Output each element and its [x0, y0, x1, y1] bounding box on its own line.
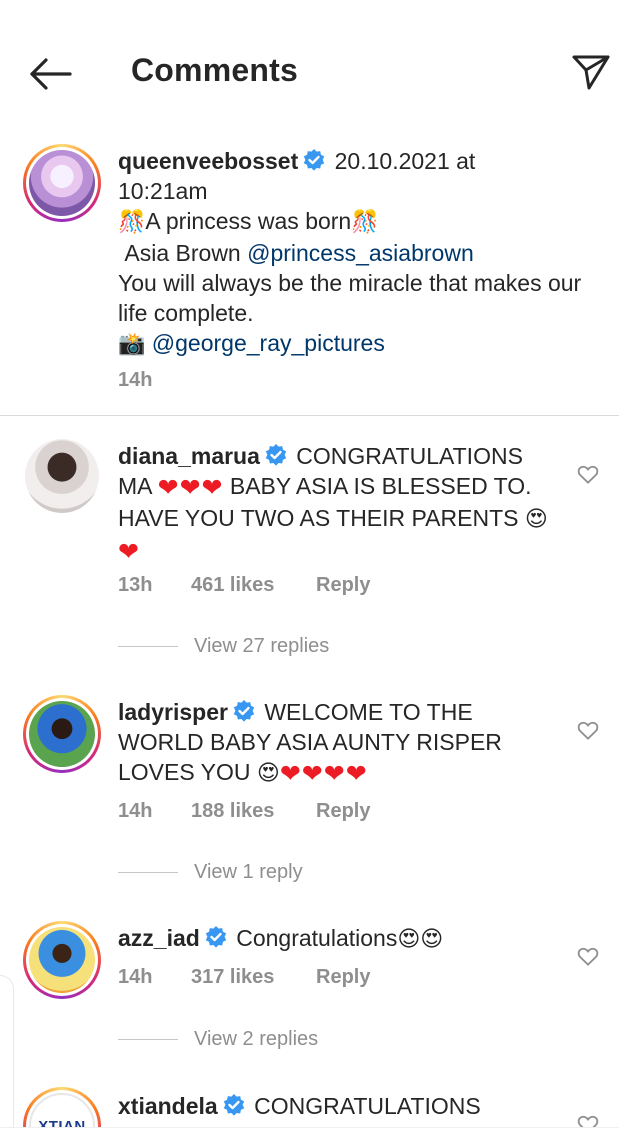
- like-comment-button[interactable]: [575, 461, 601, 487]
- verified-badge-icon: [205, 926, 227, 948]
- reply-button[interactable]: Reply: [316, 574, 370, 597]
- replies-line: [118, 646, 178, 647]
- view-replies-toggle[interactable]: View 27 replies: [118, 635, 329, 658]
- caption-line-2: Asia Brown: [124, 240, 248, 266]
- like-comment-button[interactable]: [575, 717, 601, 743]
- post-author-avatar[interactable]: [23, 144, 101, 222]
- view-replies-label[interactable]: View 2 replies: [194, 1028, 318, 1051]
- caption-line-1: A princess was born: [145, 208, 352, 234]
- comment-text: CONGRATULATIONS: [254, 1093, 481, 1119]
- comment-age: 14h: [118, 966, 153, 988]
- page-title: Comments: [131, 52, 298, 88]
- verified-badge-icon: [265, 444, 287, 466]
- commenter-avatar[interactable]: [25, 439, 99, 513]
- comment-username[interactable]: xtiandela: [118, 1093, 218, 1119]
- red-heart-emoji: ❤❤❤❤: [279, 759, 368, 788]
- post-time: 10:21am: [118, 178, 208, 204]
- commenter-avatar[interactable]: [23, 921, 101, 999]
- back-button[interactable]: [26, 52, 74, 96]
- verified-badge-icon: [233, 700, 255, 722]
- post-date: 20.10.2021 at: [334, 148, 476, 174]
- avatar-image: [29, 701, 95, 767]
- red-heart-emoji: ❤❤❤: [157, 473, 224, 502]
- mention-link[interactable]: @princess_asiabrown: [247, 240, 474, 266]
- comment-meta: 14h 188 likes Reply: [118, 800, 370, 823]
- photographer-mention-link[interactable]: @george_ray_pictures: [152, 330, 385, 356]
- reply-button[interactable]: Reply: [316, 966, 370, 989]
- comment-meta: 14h 317 likes Reply: [118, 966, 370, 989]
- post-age: 14h: [118, 369, 153, 391]
- comments-header: Comments: [0, 0, 619, 140]
- comment-likes[interactable]: 188 likes: [191, 800, 316, 823]
- replies-line: [118, 1039, 178, 1040]
- heart-eyes-emoji: 😍: [524, 507, 548, 532]
- caption-divider: [0, 415, 619, 416]
- post-author-username[interactable]: queenveebosset: [118, 148, 298, 174]
- heart-eyes-emoji: 😍😍: [397, 927, 444, 952]
- paper-plane-icon: [572, 55, 610, 90]
- commenter-avatar[interactable]: [23, 695, 101, 773]
- view-replies-toggle[interactable]: View 1 reply: [118, 861, 303, 884]
- comment-body: ladyrisper WELCOME TO THE WORLD BABY ASI…: [118, 697, 558, 789]
- view-replies-toggle[interactable]: View 2 replies: [118, 1028, 318, 1051]
- camera-emoji: 📸: [118, 332, 146, 357]
- replies-line: [118, 872, 178, 873]
- comment-body: azz_iad Congratulations😍😍: [118, 923, 558, 955]
- view-replies-label[interactable]: View 1 reply: [194, 861, 303, 884]
- comment-username[interactable]: ladyrisper: [118, 699, 228, 725]
- heart-outline-icon: [577, 465, 599, 484]
- heart-eyes-emoji: 😍: [256, 761, 280, 786]
- comment-meta: 13h 461 likes Reply: [118, 574, 370, 597]
- avatar-image: [29, 150, 95, 216]
- edge-panel-handle[interactable]: [0, 975, 14, 1139]
- heart-outline-icon: [577, 947, 599, 966]
- caption-line-3: You will always be the miracle that make…: [118, 270, 582, 326]
- view-replies-label[interactable]: View 27 replies: [194, 635, 329, 658]
- comment-username[interactable]: diana_marua: [118, 443, 260, 469]
- reply-button[interactable]: Reply: [316, 800, 370, 823]
- post-meta: 14h: [118, 369, 152, 392]
- share-button[interactable]: [569, 50, 613, 94]
- comment-body: diana_marua CONGRATULATIONS MA ❤❤❤ BABY …: [118, 441, 558, 567]
- avatar-image: [29, 927, 95, 993]
- comment-body: xtiandela CONGRATULATIONS: [118, 1091, 558, 1121]
- comment-age: 13h: [118, 574, 153, 596]
- avatar-image: [25, 439, 99, 513]
- comment-age: 14h: [118, 800, 153, 822]
- comment-likes[interactable]: 461 likes: [191, 574, 316, 597]
- confetti-emoji: 🎊: [118, 210, 146, 235]
- verified-badge-icon: [223, 1094, 244, 1116]
- comment-username[interactable]: azz_iad: [118, 925, 200, 951]
- comment-text: Congratulations: [236, 925, 398, 951]
- comment-likes[interactable]: 317 likes: [191, 966, 316, 989]
- like-comment-button[interactable]: [575, 943, 601, 969]
- confetti-emoji-end: 🎊: [351, 210, 379, 235]
- verified-badge-icon: [304, 149, 325, 171]
- heart-outline-icon: [577, 721, 599, 740]
- post-caption: queenveebosset 20.10.2021 at 10:21am 🎊A …: [118, 146, 594, 360]
- arrow-left-icon: [30, 58, 72, 90]
- comment-input-bar-edge: [0, 1127, 619, 1139]
- red-heart-emoji: ❤: [118, 537, 140, 566]
